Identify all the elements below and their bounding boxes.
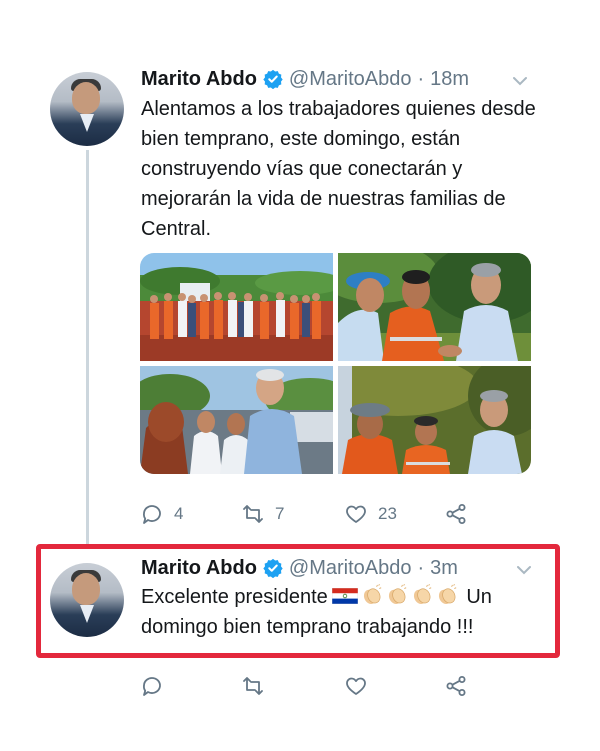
clapping-hands-icon: [438, 584, 457, 604]
retweet-icon: [243, 677, 263, 695]
share-button[interactable]: [444, 499, 468, 529]
user-handle[interactable]: @MaritoAbdo: [289, 68, 412, 91]
separator-dot: ·: [417, 67, 425, 90]
chevron-down-icon[interactable]: [513, 76, 527, 86]
chevron-down-icon[interactable]: [517, 565, 531, 575]
reply-icon: [143, 505, 161, 524]
clapping-hands-icon: [413, 584, 432, 604]
photo-3[interactable]: [140, 366, 333, 474]
display-name[interactable]: Marito Abdo: [141, 68, 257, 91]
tweet-actions: [140, 671, 530, 701]
photo-4[interactable]: [338, 366, 531, 474]
retweet-count: 7: [275, 504, 285, 523]
heart-icon: [346, 505, 366, 523]
reply-button[interactable]: [140, 671, 164, 701]
clapping-hands-icon: [363, 584, 382, 604]
separator-dot: ·: [417, 556, 425, 579]
tweet-header: Marito Abdo @MaritoAbdo · 18m: [141, 64, 469, 94]
photo-grid: [140, 253, 531, 474]
share-icon: [446, 504, 466, 524]
share-icon: [446, 676, 466, 696]
clapping-hands-icon: [388, 584, 407, 604]
reply-count: 4: [174, 504, 184, 523]
tweet-text: Alentamos a los trabajadores quienes des…: [141, 98, 536, 240]
tweet-header: Marito Abdo @MaritoAbdo · 3m: [141, 553, 458, 583]
thread-connector-line: [86, 150, 89, 548]
retweet-button[interactable]: [241, 671, 265, 701]
like-button[interactable]: [344, 671, 368, 701]
share-button[interactable]: [444, 671, 468, 701]
heart-icon: [346, 677, 366, 695]
tweet-text: Excelente presidente Un domingo bien tem…: [141, 582, 541, 642]
retweet-button[interactable]: 7: [241, 499, 284, 529]
tweet-actions: 4 7 23: [140, 499, 530, 529]
tweet-text-start: Excelente presidente: [141, 586, 328, 608]
photo-2[interactable]: [338, 253, 531, 361]
like-count: 23: [378, 504, 397, 523]
reply-icon: [143, 677, 161, 696]
photo-1[interactable]: [140, 253, 333, 361]
reply-button[interactable]: 4: [140, 499, 183, 529]
timestamp[interactable]: 18m: [430, 68, 469, 91]
timestamp[interactable]: 3m: [430, 557, 458, 580]
user-handle[interactable]: @MaritoAbdo: [289, 557, 412, 580]
verified-badge-icon: [263, 558, 283, 578]
display-name[interactable]: Marito Abdo: [141, 557, 257, 580]
avatar[interactable]: [50, 72, 124, 146]
verified-badge-icon: [263, 69, 283, 89]
paraguay-flag-icon: [331, 588, 358, 604]
avatar[interactable]: [50, 563, 124, 637]
like-button[interactable]: 23: [344, 499, 397, 529]
retweet-icon: [243, 505, 263, 523]
